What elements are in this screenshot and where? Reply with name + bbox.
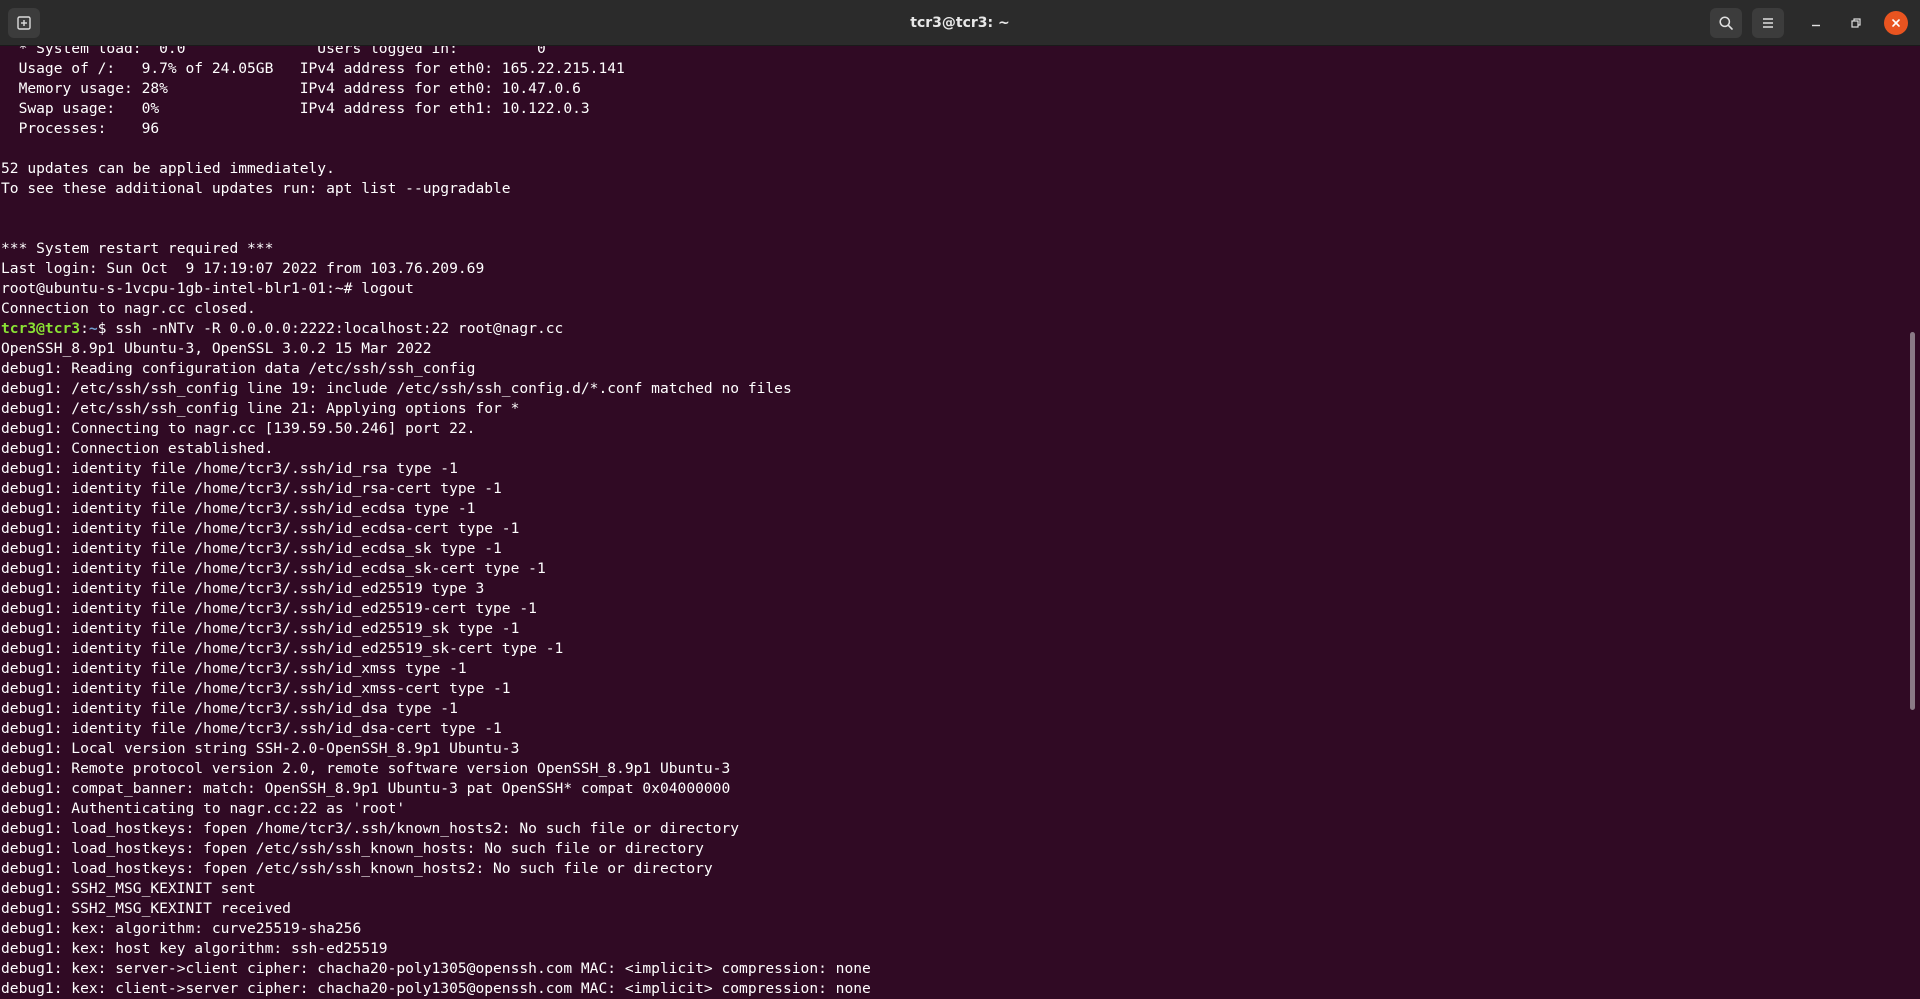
- terminal-line: 52 updates can be applied immediately.: [1, 160, 335, 177]
- search-button[interactable]: [1710, 8, 1742, 38]
- minimize-icon: [1812, 24, 1820, 27]
- terminal-output-line: debug1: identity file /home/tcr3/.ssh/id…: [1, 640, 564, 657]
- prompt-command: ssh -nNTv -R 0.0.0.0:2222:localhost:22 r…: [115, 320, 564, 337]
- window-title: tcr3@tcr3: ~: [910, 15, 1010, 31]
- terminal-output-line: debug1: identity file /home/tcr3/.ssh/id…: [1, 480, 502, 497]
- terminal-output-line: debug1: SSH2_MSG_KEXINIT sent: [1, 880, 256, 897]
- terminal-output-line: debug1: Connecting to nagr.cc [139.59.50…: [1, 420, 476, 437]
- terminal-output-line: debug1: Connection established.: [1, 440, 274, 457]
- terminal-output-line: debug1: kex: host key algorithm: ssh-ed2…: [1, 940, 388, 957]
- terminal-output-line: debug1: load_hostkeys: fopen /home/tcr3/…: [1, 820, 740, 837]
- terminal-output-line: debug1: identity file /home/tcr3/.ssh/id…: [1, 500, 476, 517]
- scrollbar[interactable]: [1906, 46, 1920, 999]
- terminal-output-line: debug1: /etc/ssh/ssh_config line 21: App…: [1, 400, 520, 417]
- prompt-symbol: $: [97, 320, 116, 337]
- title-bar: tcr3@tcr3: ~: [0, 0, 1920, 46]
- terminal-line: Last login: Sun Oct 9 17:19:07 2022 from…: [1, 260, 485, 277]
- terminal-output-line: debug1: kex: client->server cipher: chac…: [1, 980, 871, 997]
- terminal-output-line: debug1: Reading configuration data /etc/…: [1, 360, 476, 377]
- terminal-output-line: debug1: identity file /home/tcr3/.ssh/id…: [1, 620, 520, 637]
- maximize-button[interactable]: [1844, 11, 1868, 35]
- terminal-output-line: debug1: compat_banner: match: OpenSSH_8.…: [1, 780, 731, 797]
- terminal-output-line: debug1: identity file /home/tcr3/.ssh/id…: [1, 600, 537, 617]
- maximize-icon: [1851, 18, 1861, 28]
- hamburger-menu-icon: [1763, 18, 1773, 28]
- terminal-line: To see these additional updates run: apt…: [1, 180, 511, 197]
- terminal-output-line: debug1: Authenticating to nagr.cc:22 as …: [1, 800, 406, 817]
- terminal-output-line: debug1: /etc/ssh/ssh_config line 19: inc…: [1, 380, 792, 397]
- terminal-line: Memory usage: 28% IPv4 address for eth0:…: [1, 80, 581, 97]
- scrollbar-thumb[interactable]: [1910, 332, 1915, 710]
- terminal-line: Swap usage: 0% IPv4 address for eth1: 10…: [1, 100, 590, 117]
- terminal-line: root@ubuntu-s-1vcpu-1gb-intel-blr1-01:~#…: [1, 280, 414, 297]
- terminal-output-line: OpenSSH_8.9p1 Ubuntu-3, OpenSSL 3.0.2 15…: [1, 340, 432, 357]
- terminal-output-line: debug1: kex: server->client cipher: chac…: [1, 960, 871, 977]
- terminal-output-line: debug1: identity file /home/tcr3/.ssh/id…: [1, 660, 467, 677]
- search-icon: [1719, 16, 1733, 30]
- prompt-line: tcr3@tcr3:~$ ssh -nNTv -R 0.0.0.0:2222:l…: [1, 319, 871, 339]
- terminal-output-line: debug1: load_hostkeys: fopen /etc/ssh/ss…: [1, 840, 704, 857]
- terminal-window: tcr3@tcr3: ~ * System load: 0.0 Users lo…: [0, 0, 1920, 999]
- terminal-line: Processes: 96: [1, 120, 160, 137]
- terminal-output-line: debug1: SSH2_MSG_KEXINIT received: [1, 900, 291, 917]
- terminal-output-line: debug1: identity file /home/tcr3/.ssh/id…: [1, 560, 546, 577]
- menu-button[interactable]: [1752, 8, 1784, 38]
- new-tab-button[interactable]: [8, 8, 40, 38]
- terminal-output-line: debug1: load_hostkeys: fopen /etc/ssh/ss…: [1, 860, 713, 877]
- terminal-line: * System load: 0.0 Users logged in: 0: [1, 46, 546, 57]
- terminal-output-line: debug1: Remote protocol version 2.0, rem…: [1, 760, 731, 777]
- terminal-output-line: debug1: identity file /home/tcr3/.ssh/id…: [1, 680, 511, 697]
- terminal-output-line: debug1: identity file /home/tcr3/.ssh/id…: [1, 720, 502, 737]
- terminal-output-line: debug1: kex: algorithm: curve25519-sha25…: [1, 920, 362, 937]
- terminal-line: Connection to nagr.cc closed.: [1, 300, 256, 317]
- terminal-line: Usage of /: 9.7% of 24.05GB IPv4 address…: [1, 60, 625, 77]
- terminal-output-line: debug1: identity file /home/tcr3/.ssh/id…: [1, 520, 520, 537]
- new-tab-icon: [17, 16, 31, 30]
- close-icon: [1892, 19, 1900, 27]
- terminal-output-line: debug1: identity file /home/tcr3/.ssh/id…: [1, 580, 485, 597]
- terminal-lines: * System load: 0.0 Users logged in: 0 Us…: [1, 46, 871, 999]
- terminal-output-line: debug1: identity file /home/tcr3/.ssh/id…: [1, 700, 458, 717]
- prompt-separator: :: [80, 320, 89, 337]
- terminal-output-line: debug1: identity file /home/tcr3/.ssh/id…: [1, 460, 458, 477]
- prompt-user-host: tcr3@tcr3: [1, 320, 81, 337]
- minimize-button[interactable]: [1804, 11, 1828, 35]
- terminal-line: *** System restart required ***: [1, 240, 274, 257]
- terminal-output[interactable]: * System load: 0.0 Users logged in: 0 Us…: [0, 46, 1900, 999]
- terminal-output-line: debug1: Local version string SSH-2.0-Ope…: [1, 740, 520, 757]
- prompt-path: ~: [88, 320, 98, 337]
- terminal-output-line: debug1: identity file /home/tcr3/.ssh/id…: [1, 540, 502, 557]
- close-button[interactable]: [1884, 11, 1908, 35]
